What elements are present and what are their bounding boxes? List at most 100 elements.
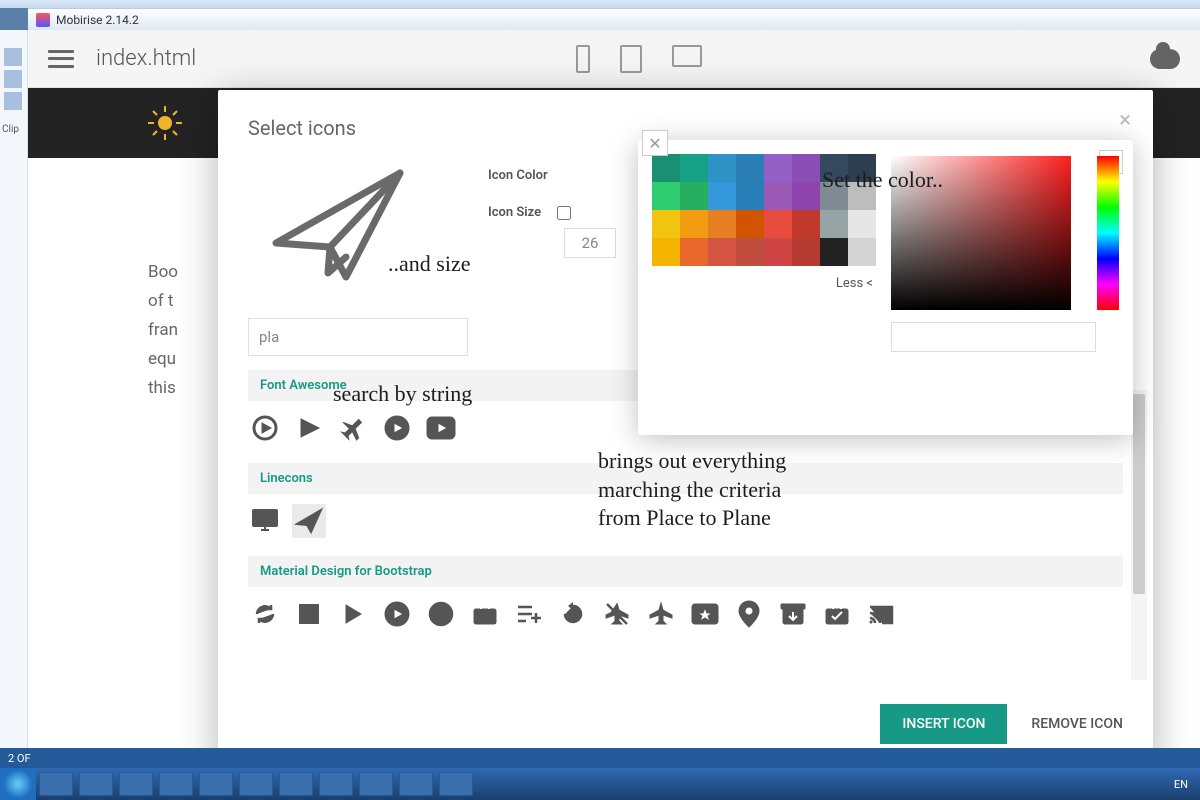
color-swatch[interactable] <box>764 210 792 238</box>
color-swatch[interactable] <box>764 154 792 182</box>
icon-size-label: Icon Size <box>488 205 541 220</box>
taskbar-item[interactable] <box>39 772 73 796</box>
color-picker-popover: ✕ Less < ✕ <box>638 140 1133 435</box>
color-swatch[interactable] <box>848 154 876 182</box>
tablet-icon[interactable] <box>620 45 642 73</box>
airplanemode-on-icon[interactable] <box>644 597 678 631</box>
search-input[interactable] <box>248 318 468 356</box>
color-swatch[interactable] <box>680 210 708 238</box>
hex-input[interactable] <box>891 322 1096 352</box>
color-swatch[interactable] <box>708 238 736 266</box>
category-linecons[interactable]: Linecons <box>248 463 1123 494</box>
taskbar-item[interactable] <box>399 772 433 796</box>
color-swatch[interactable] <box>708 210 736 238</box>
color-swatch[interactable] <box>680 182 708 210</box>
brightness-icon[interactable] <box>292 597 326 631</box>
color-swatch[interactable] <box>820 182 848 210</box>
play-circle-filled-icon[interactable] <box>380 597 414 631</box>
color-swatch[interactable] <box>652 182 680 210</box>
cast-icon[interactable] <box>864 597 898 631</box>
local-play-icon[interactable] <box>688 597 722 631</box>
color-swatch[interactable] <box>792 238 820 266</box>
language-indicator[interactable]: EN <box>1174 778 1188 791</box>
selected-icon-preview <box>248 150 428 300</box>
color-swatch[interactable] <box>680 238 708 266</box>
youtube-play-icon[interactable] <box>424 411 458 445</box>
scrollbar[interactable] <box>1131 390 1147 680</box>
color-swatch[interactable] <box>736 238 764 266</box>
airplanemode-off-icon[interactable] <box>600 597 634 631</box>
desktop-icon[interactable] <box>672 45 702 67</box>
taskbar-item[interactable] <box>239 772 273 796</box>
work-icon[interactable] <box>468 597 502 631</box>
color-swatch[interactable] <box>820 238 848 266</box>
hue-slider[interactable] <box>1097 156 1119 310</box>
phone-icon[interactable] <box>576 45 590 73</box>
publish-icon[interactable] <box>1150 49 1180 69</box>
close-icon[interactable]: × <box>1119 108 1131 133</box>
replay-icon[interactable] <box>556 597 590 631</box>
color-swatch[interactable] <box>792 182 820 210</box>
taskbar-item[interactable] <box>159 772 193 796</box>
saturation-lightness-picker[interactable] <box>891 156 1071 310</box>
play-circle-icon[interactable] <box>380 411 414 445</box>
mdb-icons <box>248 587 1123 635</box>
play-circle-o-icon[interactable] <box>248 411 282 445</box>
word-statusbar: 2 OF <box>0 748 1200 768</box>
taskbar-item[interactable] <box>359 772 393 796</box>
start-button[interactable] <box>0 768 36 800</box>
playlist-add-icon[interactable] <box>512 597 546 631</box>
taskbar-item[interactable] <box>439 772 473 796</box>
taskbar-item[interactable] <box>199 772 233 796</box>
display-icon[interactable] <box>248 504 282 538</box>
plane-icon[interactable] <box>336 411 370 445</box>
color-swatch[interactable] <box>736 182 764 210</box>
archive-down-icon[interactable] <box>776 597 810 631</box>
icon-size-checkbox[interactable] <box>557 206 571 220</box>
color-swatch[interactable] <box>848 238 876 266</box>
windows-taskbar: EN <box>0 768 1200 800</box>
paper-plane-icon[interactable] <box>292 504 326 538</box>
color-swatch[interactable] <box>652 154 680 182</box>
color-swatch[interactable] <box>652 210 680 238</box>
remove-icon-button[interactable]: REMOVE ICON <box>1031 716 1123 732</box>
color-swatch[interactable] <box>708 182 736 210</box>
icon-color-label: Icon Color <box>488 168 616 183</box>
color-swatch[interactable] <box>680 154 708 182</box>
color-swatch[interactable] <box>848 210 876 238</box>
taskbar-item[interactable] <box>119 772 153 796</box>
place-icon[interactable] <box>732 597 766 631</box>
play-circle-outline-icon[interactable] <box>424 597 458 631</box>
color-swatch[interactable] <box>764 182 792 210</box>
color-swatch[interactable] <box>736 154 764 182</box>
color-swatch[interactable] <box>792 210 820 238</box>
insert-icon-button[interactable]: INSERT ICON <box>880 704 1007 744</box>
color-swatch[interactable] <box>736 210 764 238</box>
color-swatch[interactable] <box>848 182 876 210</box>
linecons-icons <box>248 494 1123 542</box>
color-swatch[interactable] <box>708 154 736 182</box>
less-toggle[interactable]: Less < <box>652 276 877 291</box>
filename: index.html <box>96 46 196 71</box>
briefcase-check-icon[interactable] <box>820 597 854 631</box>
color-swatch[interactable] <box>792 154 820 182</box>
category-mdb[interactable]: Material Design for Bootstrap <box>248 556 1123 587</box>
mobirise-header: index.html <box>28 30 1200 88</box>
cached-icon[interactable] <box>248 597 282 631</box>
color-swatch[interactable] <box>764 238 792 266</box>
color-swatch[interactable] <box>820 154 848 182</box>
taskbar-item[interactable] <box>79 772 113 796</box>
select-icons-modal: Select icons × Icon Color Icon Size <box>218 90 1153 770</box>
menu-button[interactable] <box>48 50 74 68</box>
color-swatch[interactable] <box>652 238 680 266</box>
icon-size-input[interactable] <box>564 228 616 258</box>
taskbar-item[interactable] <box>319 772 353 796</box>
taskbar-item[interactable] <box>279 772 313 796</box>
sun-icon <box>148 106 182 140</box>
office-sidebar-stub: Clip <box>0 30 28 768</box>
play-icon[interactable] <box>292 411 326 445</box>
color-swatch[interactable] <box>820 210 848 238</box>
play-arrow-icon[interactable] <box>336 597 370 631</box>
popover-close-icon[interactable]: ✕ <box>642 130 668 156</box>
device-preview-toggles <box>576 45 702 73</box>
